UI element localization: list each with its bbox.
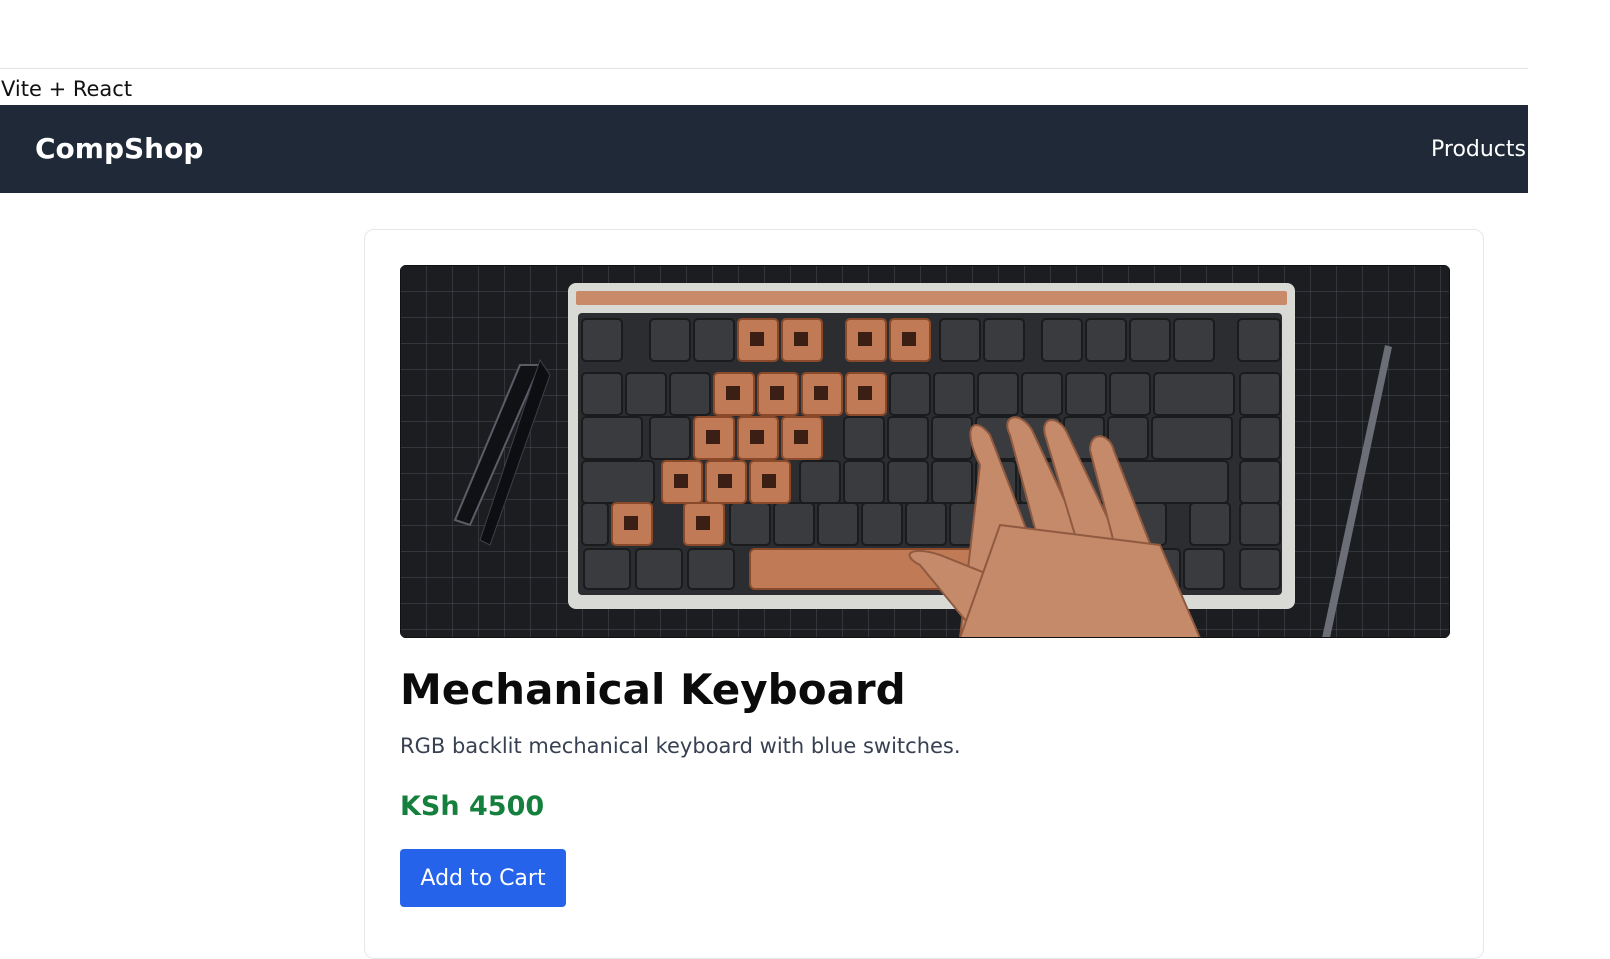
brand-logo-text[interactable]: CompShop [35, 133, 203, 165]
product-card: Mechanical Keyboard RGB backlit mechanic… [364, 229, 1484, 959]
browser-blank-area [0, 0, 1528, 69]
document-title: Vite + React [1, 77, 133, 101]
product-title: Mechanical Keyboard [400, 665, 906, 714]
product-price: KSh 4500 [400, 791, 545, 822]
navbar: CompShop Products [0, 105, 1528, 193]
add-to-cart-button[interactable]: Add to Cart [400, 849, 566, 907]
product-description: RGB backlit mechanical keyboard with blu… [400, 734, 961, 758]
nav-link-products[interactable]: Products [1431, 136, 1526, 164]
product-image [400, 265, 1450, 638]
